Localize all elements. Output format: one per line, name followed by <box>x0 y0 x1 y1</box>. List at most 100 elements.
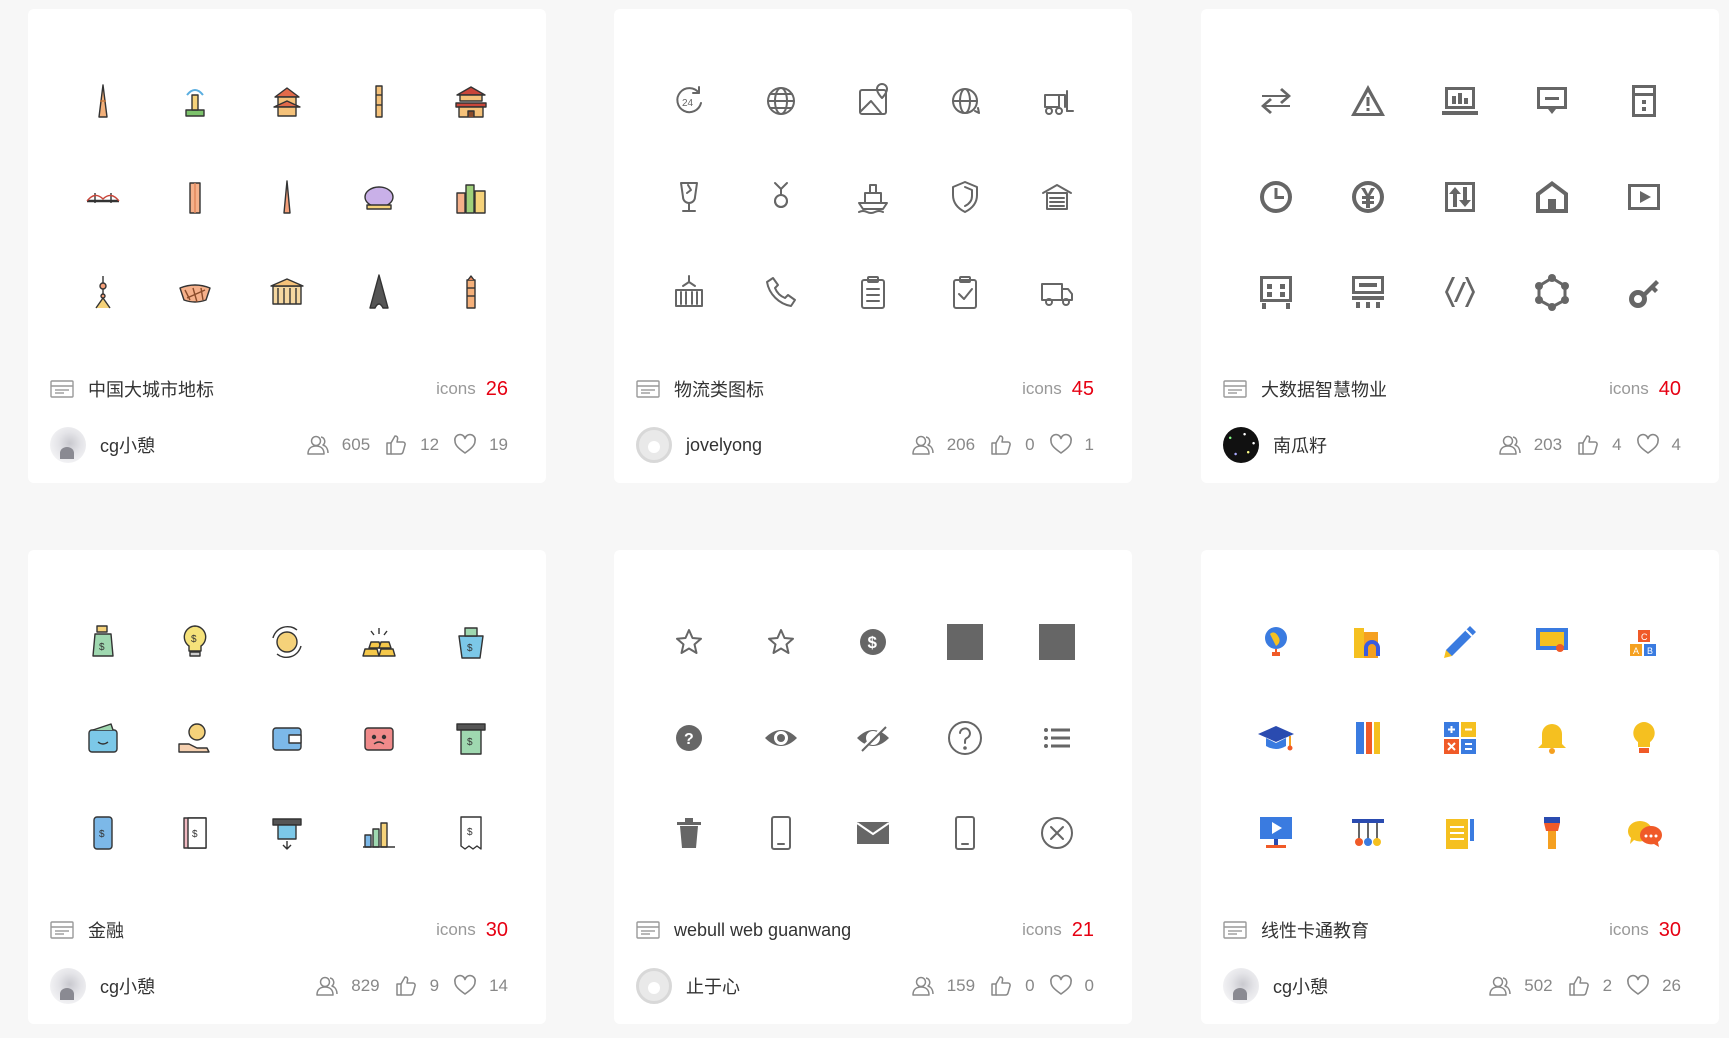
skyscraper-icon[interactable] <box>155 157 235 237</box>
avatar[interactable] <box>50 427 86 463</box>
icon-set-card[interactable]: $? webull web guanwang icons 21 止于心 159 … <box>614 550 1132 1024</box>
author-name[interactable]: cg小憩 <box>100 973 301 999</box>
abc-blocks-icon[interactable]: ABC <box>1604 602 1684 682</box>
question-solid-icon[interactable]: ? <box>649 698 729 778</box>
author-name[interactable]: cg小憩 <box>100 432 292 458</box>
code-brackets-icon[interactable] <box>1420 252 1500 332</box>
warehouse-icon[interactable] <box>1017 157 1097 237</box>
lightbulb-coin-icon[interactable]: $ <box>155 602 235 682</box>
icon-set-card[interactable]: 大数据智慧物业 icons 40 南瓜籽 203 4 4 <box>1201 9 1719 483</box>
thumbs-up-icon[interactable] <box>1576 433 1612 457</box>
bar-chart-yen-icon[interactable] <box>339 793 419 873</box>
globe-stand-icon[interactable] <box>1236 602 1316 682</box>
tower-pagoda-icon[interactable] <box>63 61 143 141</box>
thumbs-up-icon[interactable] <box>394 974 430 998</box>
projector-screen-icon[interactable] <box>1236 793 1316 873</box>
money-bucket-icon[interactable]: $ <box>431 602 511 682</box>
favorites-stat[interactable]: 26 <box>1626 974 1681 998</box>
avatar[interactable] <box>50 968 86 1004</box>
presentation-board-icon[interactable] <box>1512 602 1592 682</box>
dollar-circle-icon[interactable]: $ <box>833 602 913 682</box>
likes-stat[interactable]: 2 <box>1567 974 1612 998</box>
abacus-icon[interactable] <box>1328 793 1408 873</box>
graduation-cap-icon[interactable] <box>1236 698 1316 778</box>
ship-icon[interactable] <box>833 157 913 237</box>
icon-set-card[interactable]: $ $ $ $ $ $ $ 金融 icons 30 cg小憩 829 9 14 <box>28 550 546 1024</box>
fragile-glass-icon[interactable] <box>649 157 729 237</box>
icon-set-title[interactable]: 物流类图标 <box>674 376 1022 402</box>
delivery-truck-icon[interactable] <box>1017 252 1097 332</box>
globe-refresh-icon[interactable] <box>925 61 1005 141</box>
favorites-stat[interactable]: 0 <box>1049 974 1094 998</box>
lamp-icon[interactable] <box>1512 793 1592 873</box>
clipboard-list-icon[interactable] <box>833 252 913 332</box>
coin-cycle-icon[interactable] <box>247 602 327 682</box>
avatar[interactable] <box>1223 968 1259 1004</box>
warning-triangle-icon[interactable] <box>1328 61 1408 141</box>
atm-cash-icon[interactable]: $ <box>431 698 511 778</box>
container-crane-icon[interactable] <box>649 252 729 332</box>
play-screen-icon[interactable] <box>1604 157 1684 237</box>
icon-set-title[interactable]: 线性卡通教育 <box>1261 917 1609 943</box>
smile-wallet-icon[interactable] <box>63 698 143 778</box>
heart-icon[interactable] <box>453 433 489 457</box>
24h-service-icon[interactable]: 24 <box>649 61 729 141</box>
gold-bars-icon[interactable] <box>339 602 419 682</box>
pagoda-icon[interactable] <box>431 252 511 332</box>
trash-icon[interactable] <box>649 793 729 873</box>
mobile-payment-icon[interactable]: $ <box>63 793 143 873</box>
calculator-icon[interactable] <box>1420 698 1500 778</box>
mobile-phone-outline-icon[interactable] <box>925 793 1005 873</box>
home-icon[interactable] <box>1512 157 1592 237</box>
chat-bubbles-icon[interactable] <box>1604 793 1684 873</box>
ruler-books-icon[interactable] <box>1328 698 1408 778</box>
likes-stat[interactable]: 0 <box>989 433 1035 457</box>
list-icon[interactable] <box>1017 698 1097 778</box>
receipt-icon[interactable]: $ <box>431 793 511 873</box>
kiosk-icon[interactable] <box>1328 252 1408 332</box>
eye-off-icon[interactable] <box>833 698 913 778</box>
icon-set-card[interactable]: ABC 线性卡通教育 icons 30 cg小憩 502 2 26 <box>1201 550 1719 1024</box>
envelope-icon[interactable] <box>833 793 913 873</box>
author-name[interactable]: 南瓜籽 <box>1273 432 1484 458</box>
forklift-icon[interactable] <box>1017 61 1097 141</box>
lightbulb-icon[interactable] <box>1604 698 1684 778</box>
icon-set-card[interactable]: 中国大城市地标 icons 26 cg小憩 605 12 19 <box>28 9 546 483</box>
books-magnet-icon[interactable] <box>1328 602 1408 682</box>
thumbs-up-icon[interactable] <box>989 974 1025 998</box>
fountain-icon[interactable] <box>155 61 235 141</box>
dashboard-monitor-icon[interactable] <box>1420 61 1500 141</box>
message-box-icon[interactable] <box>1512 61 1592 141</box>
storefront-icon[interactable] <box>1236 252 1316 332</box>
phone-icon[interactable] <box>741 252 821 332</box>
thumbs-up-icon[interactable] <box>1567 974 1603 998</box>
tv-tower-icon[interactable] <box>63 252 143 332</box>
favorites-stat[interactable]: 19 <box>453 433 508 457</box>
money-bag-icon[interactable]: $ <box>63 602 143 682</box>
question-outline-icon[interactable] <box>925 698 1005 778</box>
exchange-arrows-icon[interactable] <box>1236 61 1316 141</box>
dome-icon[interactable] <box>339 157 419 237</box>
sad-wallet-icon[interactable] <box>339 698 419 778</box>
hexagon-network-icon[interactable] <box>1512 252 1592 332</box>
up-down-transfer-icon[interactable] <box>1420 157 1500 237</box>
temple-icon[interactable] <box>247 61 327 141</box>
star-outline-icon[interactable] <box>649 602 729 682</box>
account-book-icon[interactable]: $ <box>155 793 235 873</box>
yen-coin-icon[interactable] <box>1328 157 1408 237</box>
city-skyline-icon[interactable] <box>431 157 511 237</box>
square-solid-icon[interactable] <box>1017 602 1097 682</box>
close-circle-icon[interactable] <box>1017 793 1097 873</box>
palace-gate-icon[interactable] <box>431 61 511 141</box>
avatar[interactable] <box>636 427 672 463</box>
mobile-phone-icon[interactable] <box>741 793 821 873</box>
eye-icon[interactable] <box>741 698 821 778</box>
icon-set-title[interactable]: webull web guanwang <box>674 920 1022 941</box>
author-name[interactable]: 止于心 <box>686 973 897 999</box>
hook-icon[interactable] <box>741 157 821 237</box>
author-name[interactable]: cg小憩 <box>1273 973 1474 999</box>
hand-coin-icon[interactable] <box>155 698 235 778</box>
heart-icon[interactable] <box>1636 433 1672 457</box>
bell-icon[interactable] <box>1512 698 1592 778</box>
star-outline-small-icon[interactable] <box>741 602 821 682</box>
